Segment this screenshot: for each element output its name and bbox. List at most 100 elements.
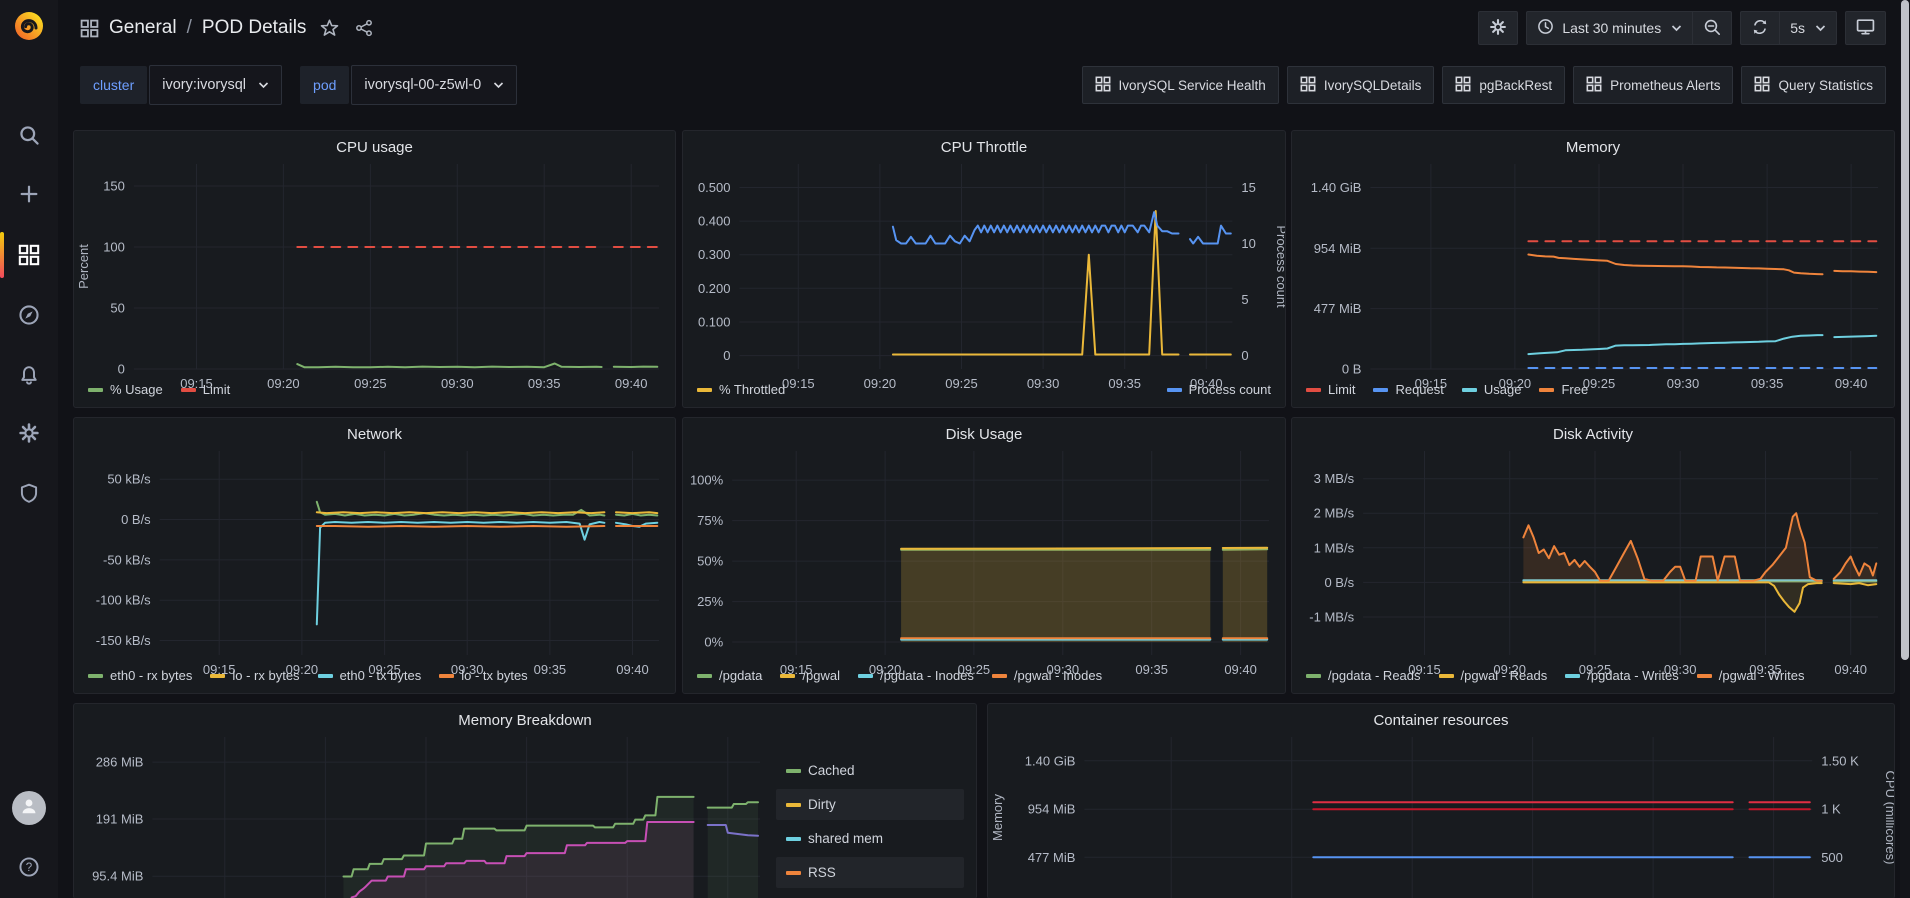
user-avatar[interactable] (12, 791, 46, 825)
panel-title[interactable]: CPU Throttle (683, 131, 1285, 158)
time-range-picker[interactable]: Last 30 minutes (1526, 11, 1692, 45)
legend-item[interactable]: eth0 - rx bytes (88, 668, 192, 683)
panel-container-resources: Container resources 477 MiB954 MiB1.40 G… (987, 703, 1895, 898)
page-scrollbar[interactable] (1900, 0, 1910, 898)
legend-item[interactable]: % Usage (88, 382, 163, 397)
dashboard-links: IvorySQL Service Health IvorySQLDetails … (1082, 66, 1887, 104)
top-nav: General / POD Details Last 30 minutes (58, 0, 1910, 56)
legend-label: /pgdata (719, 668, 762, 683)
dashboard-settings-button[interactable] (1478, 11, 1518, 45)
legend-item[interactable]: lo - tx bytes (439, 668, 527, 683)
legend-item[interactable]: RSS (776, 857, 964, 888)
sidebar-item-alerting[interactable] (0, 350, 58, 400)
variable-pod: pod ivorysql-00-z5wl-0 (300, 65, 517, 105)
memory-breakdown-chart[interactable]: 95.4 MiB191 MiB286 MiB (74, 731, 776, 898)
panel-title[interactable]: Container resources (988, 704, 1894, 731)
legend-label: /pgdata - Writes (1587, 668, 1679, 683)
refresh-button[interactable] (1740, 11, 1779, 45)
svg-text:0.200: 0.200 (698, 281, 731, 296)
legend-item[interactable]: Limit (1306, 382, 1355, 397)
panel-title[interactable]: Network (74, 418, 675, 445)
legend-label: /pgwal (802, 668, 840, 683)
svg-text:286 MiB: 286 MiB (96, 755, 144, 770)
legend-item[interactable]: /pgdata (697, 668, 762, 683)
refresh-interval-picker[interactable]: 5s (1779, 11, 1837, 45)
legend-swatch (697, 388, 712, 392)
legend-item[interactable]: Dirty (776, 789, 964, 820)
breadcrumb-dashboard-title[interactable]: POD Details (202, 17, 307, 39)
sidebar-item-search[interactable] (0, 110, 58, 160)
legend-label: lo - tx bytes (461, 668, 527, 683)
variable-pod-value[interactable]: ivorysql-00-z5wl-0 (351, 65, 517, 105)
legend-item[interactable]: eth0 - tx bytes (318, 668, 422, 683)
legend-item[interactable]: Free (1539, 382, 1588, 397)
disk-usage-chart[interactable]: 0%25%50%75%100%09:1509:2009:2509:3009:35… (683, 445, 1285, 666)
dashboard-link-prometheus-alerts[interactable]: Prometheus Alerts (1573, 66, 1733, 104)
dashboard-link-pgbackrest[interactable]: pgBackRest (1442, 66, 1565, 104)
legend-swatch (786, 803, 801, 807)
svg-text:0.400: 0.400 (698, 214, 731, 229)
sidebar-item-explore[interactable] (0, 290, 58, 340)
legend-item[interactable]: Cached (776, 755, 964, 786)
sidebar-item-create[interactable] (0, 169, 58, 219)
svg-text:75%: 75% (697, 513, 723, 528)
panel-title[interactable]: CPU usage (74, 131, 675, 158)
legend-swatch (992, 674, 1007, 678)
variable-pod-selected: ivorysql-00-z5wl-0 (364, 77, 481, 93)
panel-title[interactable]: Disk Usage (683, 418, 1285, 445)
legend-swatch (1539, 388, 1554, 392)
sidebar-item-dashboards[interactable] (0, 230, 58, 280)
share-icon[interactable] (355, 19, 373, 37)
svg-text:1.40 GiB: 1.40 GiB (1025, 753, 1076, 768)
legend-item[interactable]: Limit (181, 382, 230, 397)
memory-chart[interactable]: 0 B477 MiB954 MiB1.40 GiB09:1509:2009:25… (1292, 158, 1894, 380)
legend-item[interactable]: Request (1373, 382, 1443, 397)
dashboard-link-query-statistics[interactable]: Query Statistics (1741, 66, 1886, 104)
legend-item[interactable]: shared mem (776, 823, 964, 854)
cpu-throttle-chart[interactable]: 00.1000.2000.3000.4000.50005101509:1509:… (683, 158, 1285, 380)
legend-item[interactable]: Process count (1167, 382, 1271, 397)
legend-item[interactable]: Usage (1462, 382, 1522, 397)
star-icon[interactable] (320, 19, 339, 38)
legend-swatch (786, 837, 801, 841)
gear-icon (1489, 18, 1507, 39)
legend-swatch (858, 674, 873, 678)
legend-item[interactable]: % Throttled (697, 382, 785, 397)
legend-item[interactable]: /pgdata - Inodes (858, 668, 974, 683)
cpu-usage-chart[interactable]: 05010015009:1509:2009:2509:3009:3509:40P… (74, 158, 675, 380)
dashboard-link-ivorysqldetails[interactable]: IvorySQLDetails (1287, 66, 1435, 104)
shield-icon (18, 482, 40, 504)
panel-disk-activity: Disk Activity -1 MB/s0 B/s1 MB/s2 MB/s3 … (1291, 417, 1895, 694)
container-resources-chart[interactable]: 477 MiB954 MiB1.40 GiB5001 K1.50 KMemory… (988, 731, 1894, 898)
scrollbar-thumb[interactable] (1901, 0, 1909, 660)
cycle-view-mode-button[interactable] (1845, 11, 1886, 45)
legend-item[interactable]: /pgdata - Writes (1565, 668, 1679, 683)
help-icon: ? (18, 856, 40, 878)
panel-title[interactable]: Memory (1292, 131, 1894, 158)
network-chart[interactable]: -150 kB/s-100 kB/s-50 kB/s0 B/s50 kB/s09… (74, 445, 675, 666)
panel-title[interactable]: Disk Activity (1292, 418, 1894, 445)
variable-cluster-value[interactable]: ivory:ivorysql (149, 65, 282, 105)
cpu-usage-legend: % Usage Limit (74, 380, 675, 407)
grafana-logo-icon[interactable] (11, 8, 47, 44)
legend-label: Cached (808, 763, 855, 778)
legend-item[interactable]: lo - rx bytes (210, 668, 299, 683)
variable-cluster-selected: ivory:ivorysql (162, 77, 246, 93)
svg-text:25%: 25% (697, 594, 723, 609)
breadcrumb-folder[interactable]: General (109, 17, 177, 39)
zoom-out-button[interactable] (1692, 11, 1732, 45)
sidebar-item-configuration[interactable] (0, 408, 58, 458)
legend-label: Limit (203, 382, 230, 397)
legend-item[interactable]: /pgwal - Reads (1439, 668, 1548, 683)
legend-item[interactable]: /pgwal - Writes (1697, 668, 1805, 683)
disk-activity-chart[interactable]: -1 MB/s0 B/s1 MB/s2 MB/s3 MB/s09:1509:20… (1292, 445, 1894, 666)
legend-item[interactable]: /pgwal (780, 668, 840, 683)
sidebar-item-help[interactable]: ? (0, 842, 58, 892)
panel-title[interactable]: Memory Breakdown (74, 704, 976, 731)
legend-item[interactable]: /pgdata - Reads (1306, 668, 1421, 683)
sidebar-item-server-admin[interactable] (0, 468, 58, 518)
legend-item[interactable]: /pgwal - Inodes (992, 668, 1102, 683)
legend-label: Usage (1484, 382, 1522, 397)
dashboard-link-ivorysql-service-health[interactable]: IvorySQL Service Health (1082, 66, 1279, 104)
chevron-down-icon (258, 81, 269, 89)
